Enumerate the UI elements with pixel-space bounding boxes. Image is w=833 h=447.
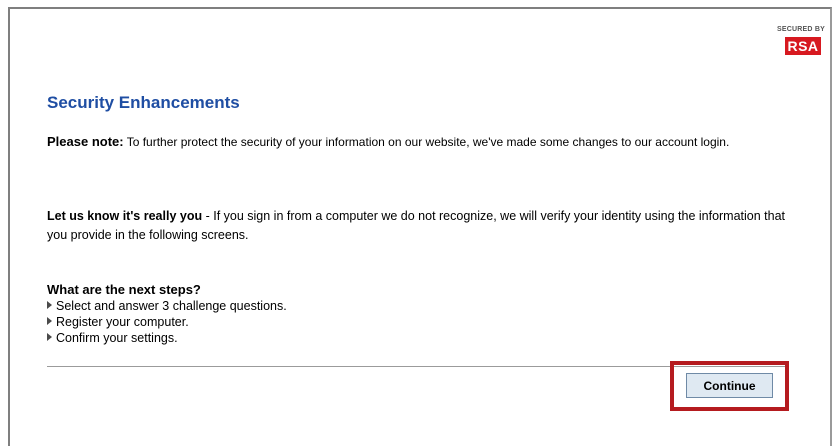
list-item: Register your computer.: [47, 314, 287, 330]
triangle-right-icon: [47, 317, 52, 325]
please-note-text: To further protect the security of your …: [123, 135, 730, 149]
please-note-paragraph: Please note: To further protect the secu…: [47, 133, 787, 151]
list-item: Select and answer 3 challenge questions.: [47, 298, 287, 314]
next-steps-heading: What are the next steps?: [47, 282, 201, 297]
next-steps-list: Select and answer 3 challenge questions.…: [47, 298, 287, 346]
triangle-right-icon: [47, 301, 52, 309]
rsa-brand-mark: RSA: [785, 37, 821, 55]
secured-by-label: SECURED BY: [777, 26, 825, 33]
please-note-lead: Please note:: [47, 134, 124, 149]
verify-identity-lead: Let us know it's really you: [47, 209, 203, 223]
rsa-logo: SECURED BY RSA: [776, 26, 826, 60]
list-item: Confirm your settings.: [47, 330, 287, 346]
page-title: Security Enhancements: [47, 93, 240, 112]
step-text: Register your computer.: [56, 315, 189, 329]
step-text: Confirm your settings.: [56, 331, 178, 345]
step-text: Select and answer 3 challenge questions.: [56, 299, 287, 313]
triangle-right-icon: [47, 333, 52, 341]
continue-button[interactable]: Continue: [686, 373, 773, 398]
verify-identity-paragraph: Let us know it's really you - If you sig…: [47, 207, 787, 245]
